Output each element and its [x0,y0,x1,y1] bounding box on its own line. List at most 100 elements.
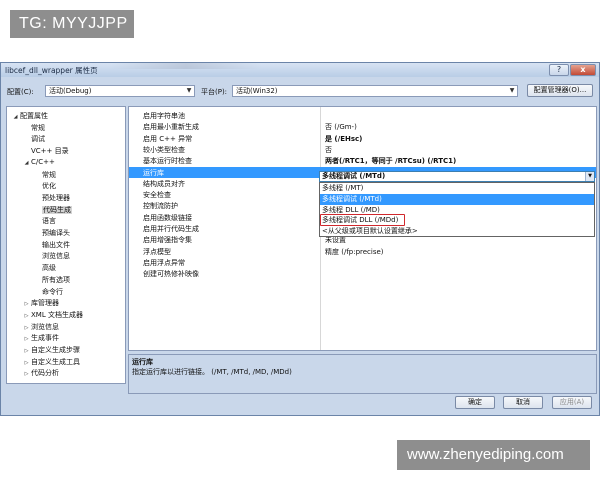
property-name: 创建可热修补映像 [143,270,199,279]
property-row[interactable]: 浮点模型 精度 (/fp:precise) [129,246,596,257]
watermark-bottom: www.zhenyediping.com [397,440,590,470]
tree-item[interactable]: 所有选项 [33,275,70,285]
description-panel: 运行库 指定运行库以进行链接。 (/MT, /MTd, /MD, /MDd) [128,354,597,394]
tree-item[interactable]: ▷ 浏览信息 [22,322,59,332]
tree-item-label: 生成事件 [31,334,59,343]
apply-button[interactable]: 应用(A) [552,396,592,409]
tree-item-label: 配置属性 [20,112,48,120]
tree-item[interactable]: 浏览信息 [33,251,70,261]
tree-item-label: 代码生成 [42,205,72,214]
dropdown-option[interactable]: 多线程调试 (/MTd) [320,193,594,205]
config-select[interactable]: 活动(Debug) ▼ [45,85,195,97]
property-value: 否 (/Gm-) [325,123,357,132]
platform-select-value: 活动(Win32) [236,87,278,95]
tree-item[interactable]: ▷ 自定义生成工具 [22,357,80,367]
config-manager-button[interactable]: 配置管理器(O)... [527,84,593,97]
property-row[interactable]: 较小类型检查 否 [129,144,596,155]
expand-toggle-icon[interactable]: ▷ [22,313,31,319]
tree-item[interactable]: 预处理器 [33,193,70,203]
highlight-box [320,214,405,227]
chevron-down-icon: ▼ [509,87,515,94]
expand-toggle-icon[interactable]: ▷ [22,325,31,331]
tree-item[interactable]: 语言 [33,216,56,226]
property-value: 两者(/RTC1，等同于 /RTCsu) (/RTC1) [325,157,457,166]
tree-item[interactable]: 预编译头 [33,228,70,238]
tree-item-label: 高级 [42,264,56,273]
expand-toggle-icon[interactable]: ◢ [11,114,20,120]
dropdown-option[interactable]: <从父级或项目默认设置继承> [320,226,594,237]
tree-item-label: 优化 [42,182,56,191]
tree-item-label: 预处理器 [42,193,70,202]
chevron-down-icon: ▼ [186,87,192,94]
tree-item-label: C/C++ [31,157,55,166]
tree-item-label: 常规 [31,123,45,132]
property-grid[interactable]: 启用字符串池启用最小重新生成 否 (/Gm-) 启用 C++ 异常 是 (/EHsc)… [128,106,597,351]
tree-item[interactable]: ◢ 配置属性 [11,111,48,121]
expand-toggle-icon[interactable]: ▷ [22,348,31,354]
cancel-button[interactable]: 取消 [503,396,543,409]
tree-item-label: 常规 [42,170,56,179]
property-name: 启用 C++ 异常 [143,134,193,143]
tree-item[interactable]: 常规 [22,123,45,133]
tree-item[interactable]: 命令行 [33,287,63,297]
title-bar-blur [111,63,261,69]
tree-item[interactable]: ▷ 自定义生成步骤 [22,345,80,355]
config-bar: 配置(C): 活动(Debug) ▼ 平台(P): 活动(Win32) ▼ 配置… [1,84,599,98]
tree-item-label: 自定义生成步骤 [31,346,80,354]
config-select-value: 活动(Debug) [49,87,92,95]
expand-toggle-icon[interactable]: ◢ [22,160,31,166]
property-tree[interactable]: ◢ 配置属性 常规 调试 VC++ 目录 ◢ C/C++ 常规 优化 预处理器 代码生成 语言 预编译头… [6,106,126,384]
property-name: 启用函数级链接 [143,213,192,222]
description-heading: 运行库 [132,358,153,366]
tree-item[interactable]: ▷ XML 文档生成器 [22,310,83,320]
property-value: 精度 (/fp:precise) [325,247,384,256]
tree-item[interactable]: ▷ 库管理器 [22,298,59,308]
chevron-down-icon[interactable]: ▼ [585,172,594,181]
runtime-library-select[interactable]: 多线程调试 (/MTd) ▼ [319,171,595,182]
property-row[interactable]: 启用字符串池 [129,110,596,121]
tree-item-label: 自定义生成工具 [31,357,80,366]
property-row[interactable]: 启用 C++ 异常 是 (/EHsc) [129,133,596,144]
property-row[interactable]: 启用浮点异常 [129,257,596,268]
property-name: 启用最小重新生成 [143,123,199,132]
tree-item[interactable]: ▷ 生成事件 [22,333,59,343]
tree-item[interactable]: 输出文件 [33,240,70,250]
tree-item-label: VC++ 目录 [31,147,69,156]
tree-item[interactable]: 常规 [33,170,56,180]
expand-toggle-icon[interactable]: ▷ [22,371,31,377]
tree-item-label: 预编译头 [42,229,70,237]
platform-select[interactable]: 活动(Win32) ▼ [232,85,518,97]
property-pages-dialog: libcef_dll_wrapper 属性页 ? x 配置(C): 活动(Deb… [0,62,600,416]
tree-item-label: 浏览信息 [31,322,59,331]
tree-item[interactable]: ◢ C/C++ [22,158,55,166]
property-name: 运行库 [143,168,164,177]
property-name: 启用浮点异常 [143,258,185,267]
tree-item-label: 库管理器 [31,299,59,308]
tree-item-label: 输出文件 [42,240,70,249]
dialog-buttons: 确定 取消 应用(A) [1,396,599,414]
property-row[interactable]: 基本运行时检查 两者(/RTC1，等同于 /RTCsu) (/RTC1) [129,155,596,166]
runtime-library-dropdown[interactable]: 多线程 (/MT) 多线程调试 (/MTd) 多线程 DLL (/MD) 多线程调试 … [319,182,595,237]
watermark-top: TG: MYYJJPP [10,10,134,38]
tree-item[interactable]: 高级 [33,263,56,273]
expand-toggle-icon[interactable]: ▷ [22,336,31,342]
ok-button[interactable]: 确定 [455,396,495,409]
expand-toggle-icon[interactable]: ▷ [22,301,31,307]
tree-item[interactable]: 优化 [33,181,56,191]
property-value: 否 [325,145,332,154]
property-name: 较小类型检查 [143,145,185,154]
property-row[interactable]: 启用最小重新生成 否 (/Gm-) [129,121,596,132]
tree-item[interactable]: VC++ 目录 [22,146,69,156]
tree-item[interactable]: ▷ 代码分析 [22,368,59,378]
window-title: libcef_dll_wrapper 属性页 [5,66,98,75]
property-name: 安全检查 [143,191,171,200]
property-row[interactable]: 创建可热修补映像 [129,268,596,279]
tree-item-label: 所有选项 [42,275,70,284]
dropdown-option[interactable]: 多线程 (/MT) [320,183,594,194]
tree-item[interactable]: 调试 [22,134,45,144]
help-button[interactable]: ? [549,64,569,76]
tree-item[interactable]: 代码生成 [33,205,72,215]
tree-item-label: 浏览信息 [42,252,70,261]
close-button[interactable]: x [570,64,596,76]
expand-toggle-icon[interactable]: ▷ [22,360,31,366]
